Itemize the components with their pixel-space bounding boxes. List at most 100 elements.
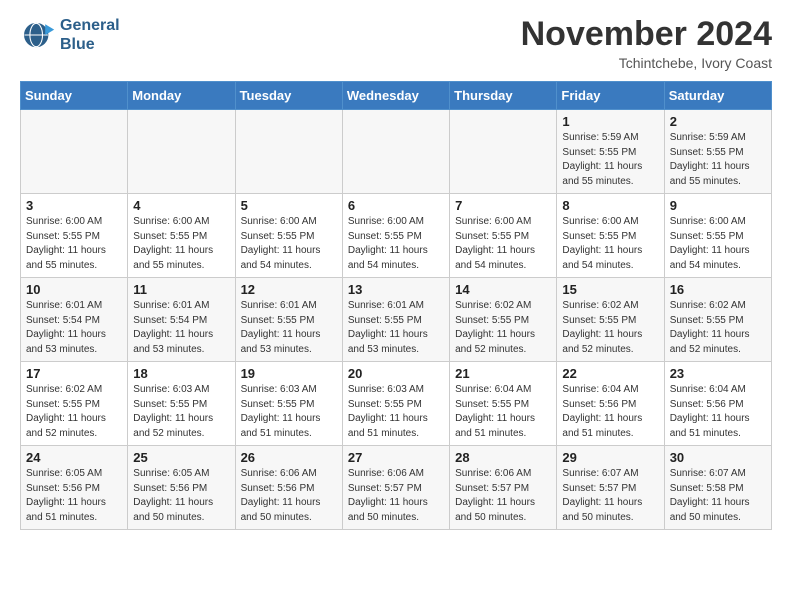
day-info: Sunrise: 6:00 AMSunset: 5:55 PMDaylight:… [670, 215, 766, 273]
day-number: 27 [348, 450, 444, 465]
day-number: 18 [133, 366, 229, 381]
day-info: Sunrise: 6:02 AMSunset: 5:55 PMDaylight:… [455, 299, 551, 357]
day-number: 20 [348, 366, 444, 381]
calendar-cell: 19Sunrise: 6:03 AMSunset: 5:55 PMDayligh… [235, 362, 342, 446]
day-info: Sunrise: 6:05 AMSunset: 5:56 PMDaylight:… [133, 467, 229, 525]
day-number: 21 [455, 366, 551, 381]
weekday-header-friday: Friday [557, 82, 664, 110]
calendar-table: SundayMondayTuesdayWednesdayThursdayFrid… [20, 81, 772, 530]
day-number: 5 [241, 198, 337, 213]
day-info: Sunrise: 6:03 AMSunset: 5:55 PMDaylight:… [348, 383, 444, 441]
day-number: 11 [133, 282, 229, 297]
calendar-week-row: 10Sunrise: 6:01 AMSunset: 5:54 PMDayligh… [21, 278, 772, 362]
day-number: 26 [241, 450, 337, 465]
day-info: Sunrise: 6:05 AMSunset: 5:56 PMDaylight:… [26, 467, 122, 525]
calendar-cell: 27 Sunrise: 6:06 AMSunset: 5:57 PMDayligh… [342, 446, 449, 530]
day-info: Sunrise: 6:00 AMSunset: 5:55 PMDaylight:… [455, 215, 551, 273]
day-info: Sunrise: 6:00 AMSunset: 5:55 PMDaylight:… [133, 215, 229, 273]
calendar-cell: 23 Sunrise: 6:04 AMSunset: 5:56 PMDayligh… [664, 362, 771, 446]
calendar-cell: 18 Sunrise: 6:03 AMSunset: 5:55 PMDayligh… [128, 362, 235, 446]
logo-text: General Blue [60, 16, 120, 54]
day-info: Sunrise: 6:02 AMSunset: 5:55 PMDaylight:… [670, 299, 766, 357]
day-info: Sunrise: 6:01 AMSunset: 5:55 PMDaylight:… [241, 299, 337, 357]
location-subtitle: Tchintchebe, Ivory Coast [521, 55, 772, 71]
day-number: 23 [670, 366, 766, 381]
calendar-cell: 29 Sunrise: 6:07 AMSunset: 5:57 PMDayligh… [557, 446, 664, 530]
header: General Blue November 2024 Tchintchebe, … [20, 16, 772, 71]
day-info: Sunrise: 6:06 AMSunset: 5:57 PMDaylight:… [455, 467, 551, 525]
day-info: Sunrise: 6:00 AMSunset: 5:55 PMDaylight:… [26, 215, 122, 273]
day-number: 24 [26, 450, 122, 465]
calendar-cell: 9 Sunrise: 6:00 AMSunset: 5:55 PMDaylight… [664, 194, 771, 278]
calendar-cell: 8 Sunrise: 6:00 AMSunset: 5:55 PMDaylight… [557, 194, 664, 278]
day-info: Sunrise: 6:04 AMSunset: 5:56 PMDaylight:… [670, 383, 766, 441]
calendar-cell: 7 Sunrise: 6:00 AMSunset: 5:55 PMDaylight… [450, 194, 557, 278]
calendar-cell: 10Sunrise: 6:01 AMSunset: 5:54 PMDayligh… [21, 278, 128, 362]
day-number: 9 [670, 198, 766, 213]
calendar-cell: 26 Sunrise: 6:06 AMSunset: 5:56 PMDayligh… [235, 446, 342, 530]
calendar-cell: 15 Sunrise: 6:02 AMSunset: 5:55 PMDayligh… [557, 278, 664, 362]
weekday-header-saturday: Saturday [664, 82, 771, 110]
calendar-cell: 3 Sunrise: 6:00 AMSunset: 5:55 PMDaylight… [21, 194, 128, 278]
calendar-cell: 5 Sunrise: 6:00 AMSunset: 5:55 PMDaylight… [235, 194, 342, 278]
calendar-cell: 16 Sunrise: 6:02 AMSunset: 5:55 PMDayligh… [664, 278, 771, 362]
day-number: 8 [562, 198, 658, 213]
calendar-cell: 17 Sunrise: 6:02 AMSunset: 5:55 PMDayligh… [21, 362, 128, 446]
day-info: Sunrise: 6:04 AMSunset: 5:55 PMDaylight:… [455, 383, 551, 441]
title-block: November 2024 Tchintchebe, Ivory Coast [521, 16, 772, 71]
day-number: 6 [348, 198, 444, 213]
weekday-header-row: SundayMondayTuesdayWednesdayThursdayFrid… [21, 82, 772, 110]
day-number: 12 [241, 282, 337, 297]
calendar-cell [21, 110, 128, 194]
day-number: 7 [455, 198, 551, 213]
day-info: Sunrise: 6:02 AMSunset: 5:55 PMDaylight:… [562, 299, 658, 357]
day-number: 2 [670, 114, 766, 129]
calendar-week-row: 24 Sunrise: 6:05 AMSunset: 5:56 PMDayligh… [21, 446, 772, 530]
calendar-cell: 20 Sunrise: 6:03 AMSunset: 5:55 PMDayligh… [342, 362, 449, 446]
calendar-cell: 12 Sunrise: 6:01 AMSunset: 5:55 PMDayligh… [235, 278, 342, 362]
calendar-cell: 24 Sunrise: 6:05 AMSunset: 5:56 PMDayligh… [21, 446, 128, 530]
day-number: 29 [562, 450, 658, 465]
day-info: Sunrise: 6:06 AMSunset: 5:57 PMDaylight:… [348, 467, 444, 525]
day-number: 10 [26, 282, 122, 297]
day-info: Sunrise: 6:02 AMSunset: 5:55 PMDaylight:… [26, 383, 122, 441]
calendar-cell: 30Sunrise: 6:07 AMSunset: 5:58 PMDayligh… [664, 446, 771, 530]
day-number: 15 [562, 282, 658, 297]
calendar-cell: 4Sunrise: 6:00 AMSunset: 5:55 PMDaylight… [128, 194, 235, 278]
weekday-header-monday: Monday [128, 82, 235, 110]
calendar-cell: 1Sunrise: 5:59 AMSunset: 5:55 PMDaylight… [557, 110, 664, 194]
day-info: Sunrise: 6:00 AMSunset: 5:55 PMDaylight:… [348, 215, 444, 273]
logo: General Blue [20, 16, 120, 54]
day-info: Sunrise: 6:00 AMSunset: 5:55 PMDaylight:… [241, 215, 337, 273]
calendar-cell: 14 Sunrise: 6:02 AMSunset: 5:55 PMDayligh… [450, 278, 557, 362]
day-number: 19 [241, 366, 337, 381]
day-number: 1 [562, 114, 658, 129]
day-number: 3 [26, 198, 122, 213]
day-number: 22 [562, 366, 658, 381]
page: General Blue November 2024 Tchintchebe, … [0, 0, 792, 546]
weekday-header-thursday: Thursday [450, 82, 557, 110]
calendar-cell: 25Sunrise: 6:05 AMSunset: 5:56 PMDayligh… [128, 446, 235, 530]
calendar-cell [342, 110, 449, 194]
weekday-header-wednesday: Wednesday [342, 82, 449, 110]
day-number: 30 [670, 450, 766, 465]
day-number: 13 [348, 282, 444, 297]
day-number: 17 [26, 366, 122, 381]
day-number: 28 [455, 450, 551, 465]
calendar-cell [128, 110, 235, 194]
day-info: Sunrise: 6:00 AMSunset: 5:55 PMDaylight:… [562, 215, 658, 273]
weekday-header-tuesday: Tuesday [235, 82, 342, 110]
day-info: Sunrise: 6:04 AMSunset: 5:56 PMDaylight:… [562, 383, 658, 441]
day-info: Sunrise: 6:01 AMSunset: 5:55 PMDaylight:… [348, 299, 444, 357]
calendar-cell: 11Sunrise: 6:01 AMSunset: 5:54 PMDayligh… [128, 278, 235, 362]
calendar-cell: 28 Sunrise: 6:06 AMSunset: 5:57 PMDayligh… [450, 446, 557, 530]
weekday-header-sunday: Sunday [21, 82, 128, 110]
day-info: Sunrise: 6:03 AMSunset: 5:55 PMDaylight:… [133, 383, 229, 441]
day-info: Sunrise: 6:07 AMSunset: 5:57 PMDaylight:… [562, 467, 658, 525]
day-info: Sunrise: 6:06 AMSunset: 5:56 PMDaylight:… [241, 467, 337, 525]
month-title: November 2024 [521, 16, 772, 53]
day-number: 14 [455, 282, 551, 297]
calendar-cell: 6 Sunrise: 6:00 AMSunset: 5:55 PMDaylight… [342, 194, 449, 278]
day-number: 16 [670, 282, 766, 297]
calendar-cell: 13 Sunrise: 6:01 AMSunset: 5:55 PMDayligh… [342, 278, 449, 362]
